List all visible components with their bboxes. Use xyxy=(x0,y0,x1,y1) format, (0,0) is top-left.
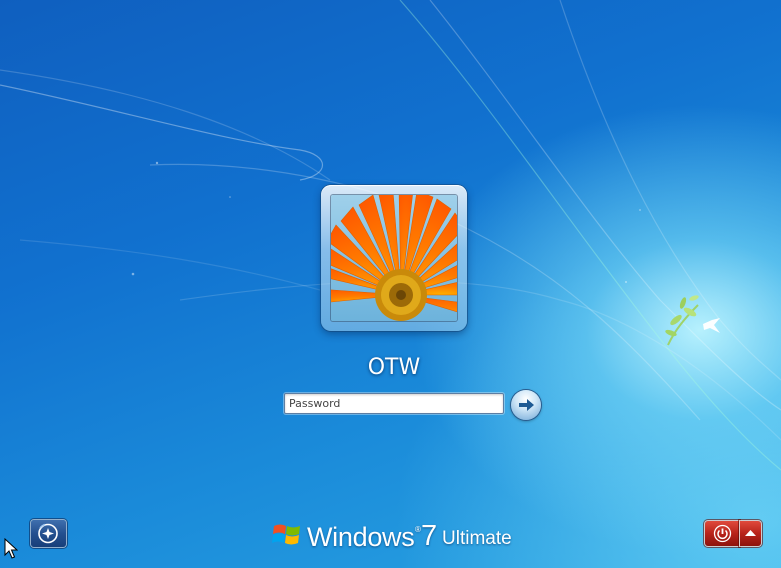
shut-down-button[interactable] xyxy=(705,521,739,546)
password-input[interactable] xyxy=(284,393,504,414)
ease-of-access-button[interactable] xyxy=(31,520,66,547)
power-icon xyxy=(713,524,732,543)
user-picture xyxy=(331,195,457,321)
product-version: 7 xyxy=(421,520,438,552)
user-tile[interactable] xyxy=(321,185,467,331)
windows-branding: Windows ® 7 Ultimate xyxy=(272,518,532,554)
shut-down-options-button[interactable] xyxy=(740,521,761,546)
arrow-right-icon xyxy=(519,399,534,411)
bird-branch-icon xyxy=(665,295,720,346)
windows-logo-icon xyxy=(272,524,300,545)
product-name: Windows xyxy=(307,522,415,552)
submit-arrow-button[interactable] xyxy=(511,390,541,420)
user-name: OTW xyxy=(367,355,421,380)
mouse-pointer-icon xyxy=(4,538,18,559)
product-edition: Ultimate xyxy=(442,528,512,549)
chevron-up-icon xyxy=(745,530,756,536)
ease-of-access-icon xyxy=(38,523,58,544)
